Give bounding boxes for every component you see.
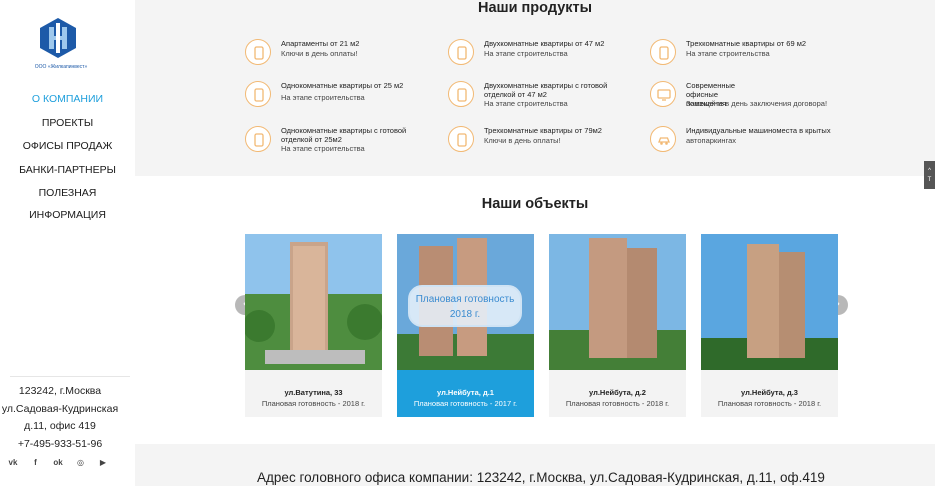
scroll-to-top-button[interactable]: ^ Т [924,161,935,189]
phone-icon [245,39,271,65]
facebook-icon[interactable]: f [31,458,41,468]
product-subtitle: На этапе строительства [484,99,568,108]
object-card[interactable]: Плановая готовность 2018 г. ул.Нейбута, … [397,234,534,417]
product-item[interactable]: Трехкомнатные квартиры от 69 м2 На этапе… [650,39,850,79]
phone-icon [650,39,676,65]
product-title: Однокомнатные квартиры от 25 м2 [281,81,404,90]
contact-office: д.11, офис 419 [24,420,96,433]
object-name: ул.Нейбута, д.3 [741,388,798,397]
products-title: Наши продукты [477,0,593,16]
products-section: Наши продукты Апартаменты от 21 м2 Ключи… [135,0,935,176]
nav-item-partner-banks[interactable]: БАНКИ-ПАРТНЕРЫ [0,159,135,183]
sidebar: ООО «Жилкапинвест» О КОМПАНИИ ПРОЕКТЫ ОФ… [0,0,135,486]
object-card[interactable]: ул.Ватутина, 33 Плановая готовность - 20… [245,234,382,417]
object-name: ул.Нейбута, д.1 [437,388,494,397]
phone-icon [448,81,474,107]
phone-icon [245,81,271,107]
social-links: vk f ok ◎ ▶ [8,458,108,468]
odnoklassniki-icon[interactable]: ok [53,458,63,468]
object-photo [245,234,382,370]
contact-city: 123242, г.Москва [18,385,102,397]
object-readiness: Плановая готовность - 2017 г. [413,399,518,408]
bubble-line1: Плановая готовность [415,294,515,305]
logo-text: ООО «Жилкапинвест» [34,64,88,70]
product-item[interactable]: Однокомнатные квартиры с готовой отделко… [245,126,445,166]
main-nav: О КОМПАНИИ ПРОЕКТЫ ОФИСЫ ПРОДАЖ БАНКИ-ПА… [0,88,135,221]
phone-icon [448,126,474,152]
product-item[interactable]: Трехкомнатные квартиры от 79м2 Ключи в д… [448,126,648,166]
nav-item-about[interactable]: О КОМПАНИИ [0,88,135,112]
phone-icon [448,39,474,65]
product-title: Трехкомнатные квартиры от 79м2 [484,126,602,135]
company-logo[interactable] [37,17,79,59]
bubble-line2: 2018 г. [449,309,481,320]
product-subtitle: На этапе строительства [281,93,365,102]
head-office-address: Адрес головного офиса компании: 123242, … [257,470,825,485]
phone-icon [245,126,271,152]
contacts-block: 123242, г.Москва ул.Садовая-Кудринская д… [0,383,120,453]
product-subtitle: На этапе строительства [281,144,365,153]
vk-icon[interactable]: vk [8,458,18,468]
nav-item-projects[interactable]: ПРОЕКТЫ [0,112,135,136]
object-readiness: Плановая готовность - 2018 г. [565,399,670,408]
contact-phone[interactable]: +7-495-933-51-96 [0,436,120,454]
instagram-icon[interactable]: ◎ [76,458,86,468]
totop-label: Т [927,177,932,183]
object-photo [549,234,686,370]
object-photo [701,234,838,370]
youtube-icon[interactable]: ▶ [98,458,108,468]
product-subtitle: Заезжайте в день заключения договора! [686,99,828,108]
car-icon [650,126,676,152]
product-title: Индивидуальные машиноместа в крытых [686,126,831,135]
object-card[interactable]: ул.Нейбута, д.3 Плановая готовность - 20… [701,234,838,417]
product-title: Двухкомнатные квартиры от 47 м2 [484,39,605,48]
product-subtitle: Ключи в день оплаты! [484,136,561,145]
objects-title: Наши объекты [481,196,589,212]
object-readiness: Плановая готовность - 2018 г. [261,399,366,408]
contact-street: ул.Садовая-Кудринская [1,402,119,415]
product-subtitle: На этапе строительства [686,49,770,58]
product-item[interactable]: Двухкомнатные квартиры с готовой отделко… [448,81,648,121]
product-item[interactable]: Современные офисные помещения Заезжайте … [650,81,850,121]
product-subtitle: На этапе строительства [484,49,568,58]
product-subtitle: Ключи в день оплаты! [281,49,358,58]
monitor-icon [650,81,676,107]
main-content: Наши продукты Апартаменты от 21 м2 Ключи… [135,0,935,486]
product-item[interactable]: Индивидуальные машиноместа в крытых авто… [650,126,850,166]
object-card[interactable]: ул.Нейбута, д.2 Плановая готовность - 20… [549,234,686,417]
chevron-up-icon: ^ [928,168,931,174]
sidebar-divider [10,376,130,377]
product-title: Апартаменты от 21 м2 [281,39,360,48]
product-item[interactable]: Двухкомнатные квартиры от 47 м2 На этапе… [448,39,648,79]
product-item[interactable]: Однокомнатные квартиры от 25 м2 На этапе… [245,81,445,121]
nav-item-sales-offices[interactable]: ОФИСЫ ПРОДАЖ [0,135,135,159]
product-subtitle: автопаркингах [686,136,737,145]
nav-item-useful-info[interactable]: ПОЛЕЗНАЯ ИНФОРМАЦИЯ [0,182,135,221]
product-title: Двухкомнатные квартиры с готовой отделко… [484,81,608,99]
object-name: ул.Ватутина, 33 [284,388,343,397]
readiness-bubble: Плановая готовность 2018 г. [408,285,522,327]
product-title: Трехкомнатные квартиры от 69 м2 [686,39,807,48]
product-item[interactable]: Апартаменты от 21 м2 Ключи в день оплаты… [245,39,445,79]
object-readiness: Плановая готовность - 2018 г. [717,399,822,408]
product-title: Однокомнатные квартиры с готовой отделко… [281,126,407,144]
object-name: ул.Нейбута, д.2 [589,388,646,397]
